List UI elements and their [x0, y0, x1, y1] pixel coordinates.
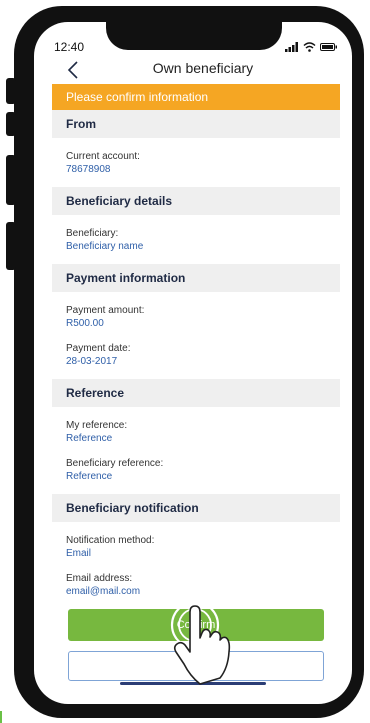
- field-label: Beneficiary:: [66, 228, 119, 239]
- field-value: Email: [66, 548, 92, 559]
- field-value: Reference: [66, 471, 113, 482]
- status-icons: [285, 40, 338, 54]
- field-label: Payment amount:: [66, 305, 145, 316]
- section-payment-information-header: Payment information: [52, 264, 340, 292]
- field-label: Beneficiary reference:: [66, 458, 164, 469]
- volume-down-button: [6, 155, 16, 205]
- volume-up-button: [6, 112, 16, 136]
- field-value: 28-03-2017: [66, 356, 118, 367]
- confirm-banner: Please confirm information: [52, 84, 340, 110]
- section-from-header: From: [52, 110, 340, 138]
- field-payment-date: Payment date: 28-03-2017: [52, 342, 340, 368]
- field-label: Email address:: [66, 573, 133, 584]
- status-time: 12:40: [54, 40, 85, 54]
- field-payment-amount: Payment amount: R500.00: [52, 304, 340, 330]
- field-email-address: Email address: email@mail.com: [52, 572, 340, 598]
- field-label: Payment date:: [66, 343, 131, 354]
- corner-mark: [0, 711, 2, 723]
- field-beneficiary: Beneficiary: Beneficiary name: [52, 227, 340, 253]
- field-current-account: Current account: 78678908: [52, 150, 340, 176]
- field-value: Beneficiary name: [66, 241, 144, 252]
- signal-icon: [285, 42, 298, 52]
- section-beneficiary-notification-header: Beneficiary notification: [52, 494, 340, 522]
- field-value: email@mail.com: [66, 586, 141, 597]
- field-notification-method: Notification method: Email: [52, 534, 340, 560]
- field-value: Reference: [66, 433, 113, 444]
- section-beneficiary-details-header: Beneficiary details: [52, 187, 340, 215]
- field-value: 78678908: [66, 164, 111, 175]
- notch: [106, 22, 282, 50]
- battery-icon: [320, 43, 337, 51]
- field-label: Notification method:: [66, 535, 155, 546]
- confirmation-content: Please confirm information From Current …: [52, 84, 340, 598]
- screen-title: Own beneficiary: [152, 60, 254, 76]
- field-value: R500.00: [66, 318, 104, 329]
- field-label: Current account:: [66, 151, 140, 162]
- tap-hand-icon: [170, 600, 231, 685]
- phone-screen: 12:40 Own beneficiary Please confirm inf…: [34, 22, 352, 704]
- field-beneficiary-reference: Beneficiary reference: Reference: [52, 457, 340, 483]
- field-my-reference: My reference: Reference: [52, 419, 340, 445]
- wifi-icon: [303, 42, 316, 52]
- field-label: My reference:: [66, 420, 128, 431]
- mute-switch: [6, 78, 16, 104]
- side-button: [6, 222, 16, 270]
- section-reference-header: Reference: [52, 379, 340, 407]
